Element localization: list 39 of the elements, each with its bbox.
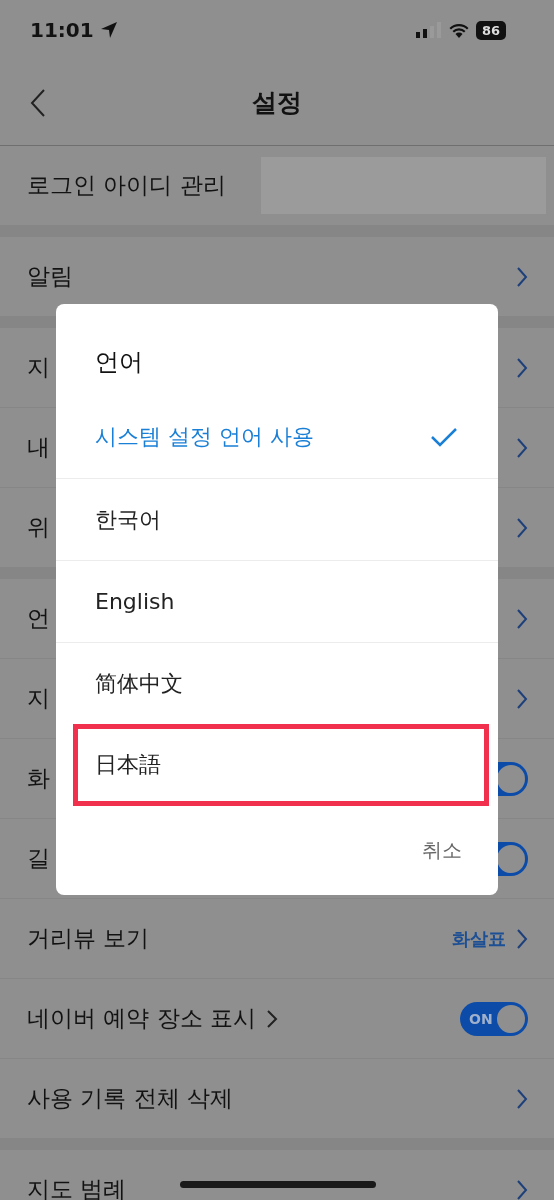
language-option[interactable]: 日本語 xyxy=(73,724,489,806)
language-option[interactable]: 시스템 설정 언어 사용 xyxy=(56,396,498,478)
chevron-icon[interactable] xyxy=(265,1008,278,1029)
setting-label[interactable]: 거리뷰 보기 xyxy=(27,923,150,954)
setting-label[interactable]: 내 xyxy=(27,432,50,463)
dialog-title: 언어 xyxy=(94,347,144,378)
setting-label[interactable]: 로그인 아이디 관리 xyxy=(27,170,226,201)
signal-icon xyxy=(415,22,442,38)
setting-label[interactable]: 지도 범례 xyxy=(27,1174,127,1200)
setting-label[interactable]: 지 xyxy=(27,683,50,714)
language-option[interactable]: 한국어 xyxy=(56,478,498,560)
checkmark-icon xyxy=(430,427,458,447)
language-option[interactable]: 简体中文 xyxy=(56,642,498,724)
chevron-icon[interactable] xyxy=(516,1087,528,1110)
status-time: 11:01 xyxy=(30,18,94,42)
toggle-switch[interactable]: ON xyxy=(460,1001,528,1036)
setting-label[interactable]: 알림 xyxy=(27,261,73,292)
setting-label[interactable]: 사용 기록 전체 삭제 xyxy=(27,1083,233,1114)
chevron-icon[interactable] xyxy=(516,516,528,539)
chevron-icon[interactable] xyxy=(516,687,528,710)
language-option[interactable]: English xyxy=(56,560,498,642)
setting-label[interactable]: 길 xyxy=(27,843,50,874)
chevron-icon[interactable] xyxy=(516,265,528,288)
location-arrow-icon xyxy=(99,21,118,39)
chevron-icon[interactable] xyxy=(516,356,528,379)
setting-label[interactable]: 위 xyxy=(27,512,50,543)
page-title: 설정 xyxy=(252,87,302,119)
cancel-button[interactable]: 취소 xyxy=(422,837,462,864)
back-icon[interactable] xyxy=(30,88,46,118)
setting-label[interactable]: 네이버 예약 장소 표시 xyxy=(27,1003,256,1034)
setting-label[interactable]: 언 xyxy=(27,603,50,634)
wifi-icon xyxy=(447,22,470,38)
chevron-icon[interactable] xyxy=(516,1178,528,1200)
setting-label[interactable]: 지 xyxy=(27,352,50,383)
chevron-icon[interactable] xyxy=(516,436,528,459)
battery-indicator: 86 xyxy=(475,20,506,40)
chevron-icon[interactable] xyxy=(516,927,528,950)
setting-label[interactable]: 화 xyxy=(27,763,50,794)
chevron-icon[interactable] xyxy=(516,607,528,630)
